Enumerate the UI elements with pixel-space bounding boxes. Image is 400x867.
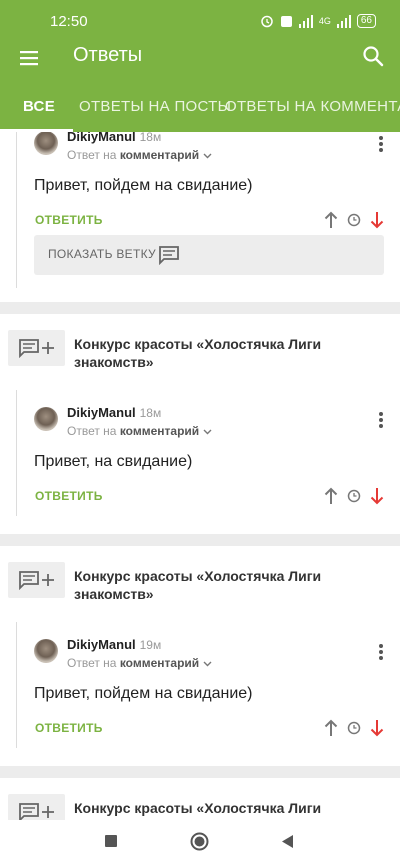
recents-icon[interactable] [104, 834, 118, 848]
avatar[interactable] [34, 407, 58, 431]
clock-icon[interactable] [347, 489, 361, 503]
reply-target: комментарий [119, 148, 200, 162]
clock-icon[interactable] [347, 721, 361, 735]
post-title[interactable]: Конкурс красоты «Холостячка Лиги [74, 799, 344, 817]
thread-line [16, 390, 17, 516]
status-time: 12:50 [50, 13, 88, 30]
comment-text: Привет, пойдем на свидание) [34, 177, 253, 194]
downvote-icon[interactable] [370, 211, 384, 229]
post-title[interactable]: Конкурс красоты «Холостячка Лиги знакомс… [74, 567, 344, 603]
post-icon [8, 794, 65, 820]
comment-text: Привет, на свидание) [34, 453, 193, 470]
comment: DikiyManul 18м Ответ на комментарий Приве… [34, 132, 384, 291]
status-icons: 4G 66 [260, 14, 376, 28]
replies-feed[interactable]: DikiyManul 18м Ответ на комментарий Приве… [0, 132, 400, 820]
show-thread-label: ПОКАЗАТЬ ВЕТКУ [48, 247, 156, 261]
reply-button[interactable]: ОТВЕТИТЬ [35, 213, 103, 227]
reply-prefix: Ответ на [67, 656, 117, 670]
page-title: Ответы [73, 44, 143, 66]
thread-line [16, 132, 17, 288]
signal-icon [298, 14, 313, 28]
upvote-icon[interactable] [324, 487, 338, 505]
reply-to[interactable]: Ответ на комментарий [67, 656, 212, 670]
tab-post-replies[interactable]: ОТВЕТЫ НА ПОСТЫ [79, 98, 231, 115]
add-comment-icon [19, 571, 54, 590]
reply-button[interactable]: ОТВЕТИТЬ [35, 489, 103, 503]
reply-to[interactable]: Ответ на комментарий [67, 148, 212, 162]
author-name: DikiyManul [67, 132, 136, 144]
vote-controls [324, 211, 384, 229]
reply-target: комментарий [119, 656, 200, 670]
reply-card: Конкурс красоты «Холостячка Лиги знакомс… [0, 314, 400, 534]
thread-line [16, 622, 17, 748]
vote-controls [324, 719, 384, 737]
more-options-icon[interactable] [378, 135, 384, 153]
tab-comment-replies[interactable]: ОТВЕТЫ НА КОММЕНТАРИИ [225, 98, 400, 115]
reply-card: Конкурс красоты «Холостячка Лиги знакомс… [0, 546, 400, 766]
avatar[interactable] [34, 132, 58, 155]
comment-time: 19м [139, 638, 162, 652]
home-icon[interactable] [190, 832, 209, 851]
reply-prefix: Ответ на [67, 424, 117, 438]
search-icon[interactable] [362, 45, 384, 67]
vote-controls [324, 487, 384, 505]
battery-icon: 66 [356, 14, 376, 28]
system-nav-bar [0, 820, 400, 867]
tab-indicator [0, 129, 73, 132]
menu-icon[interactable] [19, 48, 39, 68]
reply-target: комментарий [119, 424, 200, 438]
comment-icon [159, 246, 179, 265]
clock-icon[interactable] [347, 213, 361, 227]
reply-button[interactable]: ОТВЕТИТЬ [35, 721, 103, 735]
post-icon [8, 330, 65, 366]
reply-card: DikiyManul 18м Ответ на комментарий Приве… [0, 132, 400, 302]
comment-author[interactable]: DikiyManul 18м [67, 132, 161, 144]
status-bar: 12:50 4G 66 [0, 0, 400, 40]
tab-all[interactable]: ВСЕ [23, 98, 55, 115]
comment: DikiyManul 18м Ответ на комментарий Приве… [34, 405, 384, 522]
downvote-icon[interactable] [370, 487, 384, 505]
reply-to[interactable]: Ответ на комментарий [67, 424, 212, 438]
add-comment-icon [19, 803, 54, 820]
signal-icon-2 [336, 14, 351, 28]
comment-time: 18м [139, 132, 162, 144]
comment-text: Привет, пойдем на свидание) [34, 685, 253, 702]
app-bar: 12:50 4G 66 Ответы ВСЕ ОТВЕТЫ НА ПОСТЫ О… [0, 0, 400, 132]
data-saver-icon [280, 15, 292, 27]
toolbar: Ответы [0, 40, 400, 76]
chevron-down-icon [203, 661, 212, 667]
back-icon[interactable] [281, 834, 294, 849]
comment: DikiyManul 19м Ответ на комментарий Приве… [34, 637, 384, 754]
reply-prefix: Ответ на [67, 148, 117, 162]
chevron-down-icon [203, 429, 212, 435]
upvote-icon[interactable] [324, 719, 338, 737]
chevron-down-icon [203, 153, 212, 159]
author-name: DikiyManul [67, 637, 136, 652]
downvote-icon[interactable] [370, 719, 384, 737]
comment-author[interactable]: DikiyManul 18м [67, 405, 161, 420]
reply-card: Конкурс красоты «Холостячка Лиги [0, 778, 400, 820]
post-title[interactable]: Конкурс красоты «Холостячка Лиги знакомс… [74, 335, 344, 371]
battery-level: 66 [360, 15, 372, 26]
alarm-icon [261, 15, 273, 28]
network-type: 4G [318, 16, 331, 26]
comment-author[interactable]: DikiyManul 19м [67, 637, 161, 652]
author-name: DikiyManul [67, 405, 136, 420]
add-comment-icon [19, 339, 54, 358]
show-thread-button[interactable]: ПОКАЗАТЬ ВЕТКУ [34, 235, 384, 275]
more-options-icon[interactable] [378, 411, 384, 429]
avatar[interactable] [34, 639, 58, 663]
more-options-icon[interactable] [378, 643, 384, 661]
comment-time: 18м [139, 406, 162, 420]
tab-bar: ВСЕ ОТВЕТЫ НА ПОСТЫ ОТВЕТЫ НА КОММЕНТАРИ… [0, 88, 400, 132]
upvote-icon[interactable] [324, 211, 338, 229]
post-icon [8, 562, 65, 598]
